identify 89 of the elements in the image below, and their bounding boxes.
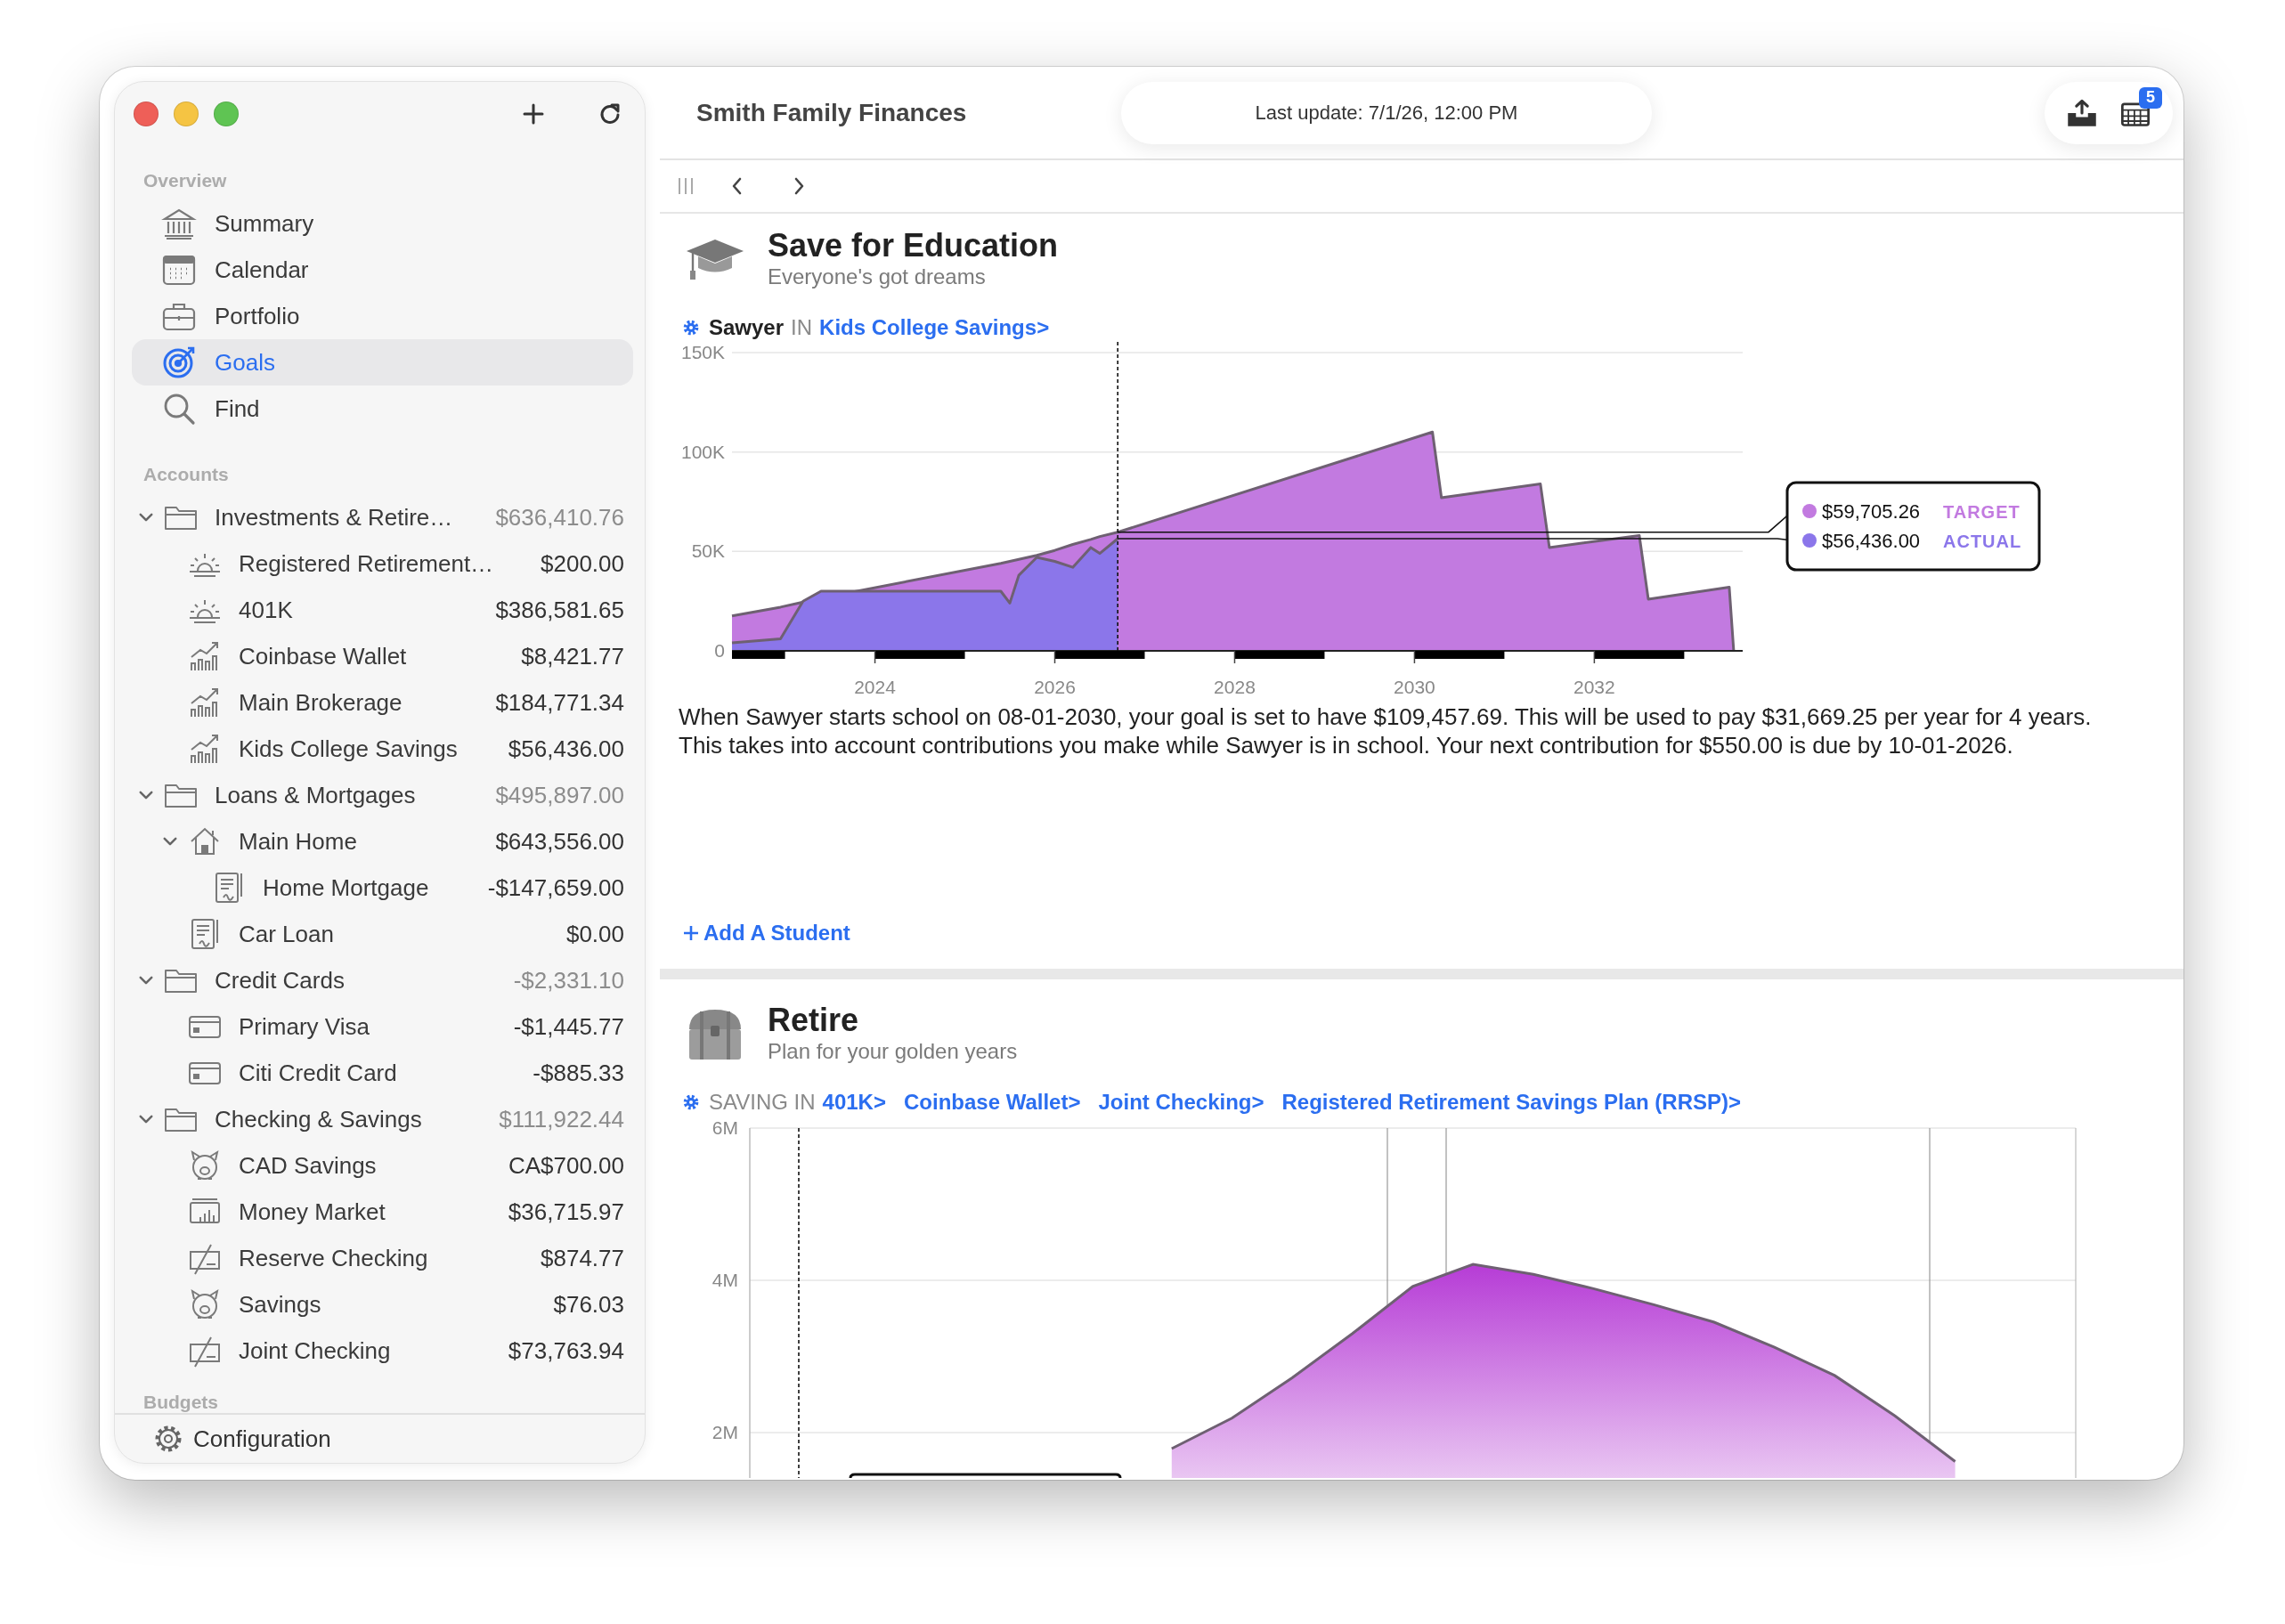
account-amount: $636,410.76 [495, 503, 624, 532]
account-name: Registered Retirement… [239, 549, 495, 578]
goal-description: When Sawyer starts school on 08-01-2030, your goal is set to have $109,457.69. This will be used to pay $31,669.25 per year for 4 years. This takes into account contributions you make while Sawyer is in school. Your next contribution for $550.00 is due by 10-01-2026. [678, 702, 2093, 759]
account-link[interactable]: Joint Checking> [1098, 1090, 1264, 1115]
account-name: Main Brokerage [239, 688, 403, 717]
account-name: 401K [239, 596, 294, 624]
account-name: Home Mortgage [263, 873, 430, 902]
goal-subtitle: Everyone's got dreams [768, 264, 987, 290]
sidebar-item[interactable]: Find [132, 386, 633, 432]
axis-label: 2026 [1034, 677, 1076, 697]
refresh-icon[interactable] [598, 102, 622, 126]
axis-label: 2028 [1214, 677, 1256, 697]
account-name: Credit Cards [215, 966, 346, 995]
axis-label: 100K [680, 441, 725, 462]
window-title: Smith Family Finances [695, 98, 968, 127]
account-name: Loans & Mortgages [215, 781, 417, 809]
connector-label: SAVING IN [709, 1090, 816, 1115]
zoom-button[interactable] [214, 102, 239, 126]
axis-label: 2032 [1573, 677, 1615, 697]
goal-title: Save for Education [768, 228, 1059, 264]
account-amount: -$2,331.10 [513, 966, 624, 995]
tooltip-value: $59,705.26 [1822, 500, 1921, 523]
account-amount: -$147,659.00 [487, 873, 624, 902]
account-name: Savings [239, 1290, 322, 1319]
axis-label: 50K [691, 540, 725, 562]
account-name: Checking & Savings [215, 1105, 423, 1133]
account-name: Coinbase Wallet [239, 642, 408, 670]
section-header: Budgets [142, 1391, 219, 1413]
configuration-button[interactable]: Configuration [115, 1413, 645, 1463]
sidebar-item[interactable]: Calendar [132, 247, 633, 293]
account-amount: $495,897.00 [495, 781, 624, 809]
account-name: Joint Checking [239, 1336, 392, 1365]
target-icon [161, 345, 197, 380]
add-link[interactable]: Add A Student [682, 921, 850, 946]
plus-icon[interactable] [521, 102, 546, 126]
account-name: Kids College Savings [239, 735, 459, 763]
account-link[interactable]: Registered Retirement Savings Plan (RRSP)> [1281, 1090, 1741, 1115]
axis-label: 2M [712, 1422, 738, 1442]
account-name: Citi Credit Card [239, 1059, 398, 1087]
account-link[interactable]: Coinbase Wallet> [903, 1090, 1081, 1115]
account-amount: $8,421.77 [521, 642, 624, 670]
status-pill: Last update: 7/1/26, 12:00 PM [1121, 81, 1652, 144]
account-amount: $386,581.65 [495, 596, 624, 624]
settings-icon[interactable] [682, 1093, 700, 1111]
close-button[interactable] [134, 102, 159, 126]
account-name: Primary Visa [239, 1012, 370, 1041]
goal-subtitle: Plan for your golden years [768, 1038, 1018, 1065]
account-amount: $36,715.97 [508, 1198, 624, 1226]
connector-label: IN [791, 315, 813, 340]
axis-label: 2030 [1394, 677, 1435, 697]
axis-label: 150K [680, 342, 725, 362]
plus-icon [682, 924, 700, 942]
section-header: Overview [142, 169, 228, 192]
settings-icon[interactable] [682, 319, 700, 337]
section-header: Accounts [142, 463, 230, 486]
account-link[interactable]: Kids College Savings> [819, 315, 1050, 340]
account-amount: -$885.33 [533, 1059, 624, 1087]
sidebar-item[interactable]: Goals [132, 339, 633, 386]
account-amount: $56,436.00 [508, 735, 624, 763]
account-amount: $76.03 [553, 1290, 624, 1319]
upload-icon[interactable] [2066, 97, 2098, 128]
account-name: Car Loan [239, 920, 335, 948]
axis-label: 0 [714, 640, 725, 661]
account-amount: $643,556.00 [495, 827, 624, 856]
goal-title: Retire [768, 1003, 860, 1038]
account-amount: $184,771.34 [495, 688, 624, 717]
axis-label: 6M [712, 1117, 738, 1138]
account-name: Reserve Checking [239, 1244, 429, 1272]
tooltip-value: $56,436.00 [1822, 530, 1921, 552]
account-name: Money Market [239, 1198, 386, 1226]
account-amount: $874.77 [541, 1244, 624, 1272]
account-name: Main Home [239, 827, 358, 856]
account-name: CAD Savings [239, 1151, 378, 1180]
account-amount: CA$700.00 [508, 1151, 624, 1180]
sidebar-item[interactable]: Portfolio [132, 293, 633, 339]
account-amount: $111,922.44 [499, 1105, 624, 1133]
axis-label: 4M [712, 1270, 738, 1290]
account-amount: $200.00 [541, 549, 624, 578]
person-name: Sawyer [709, 315, 785, 340]
account-amount: $73,763.94 [508, 1336, 624, 1365]
account-amount: $0.00 [565, 920, 624, 948]
account-amount: -$1,445.77 [513, 1012, 624, 1041]
account-link[interactable]: 401K> [822, 1090, 886, 1115]
count-badge: 5 [2139, 86, 2162, 109]
sidebar-item[interactable]: Summary [132, 200, 633, 247]
account-name: Investments & Retire… [215, 503, 454, 532]
tooltip-label: TARGET [1943, 502, 2021, 522]
axis-label: 2024 [854, 677, 896, 697]
tooltip-label: ACTUAL [1943, 532, 2022, 551]
